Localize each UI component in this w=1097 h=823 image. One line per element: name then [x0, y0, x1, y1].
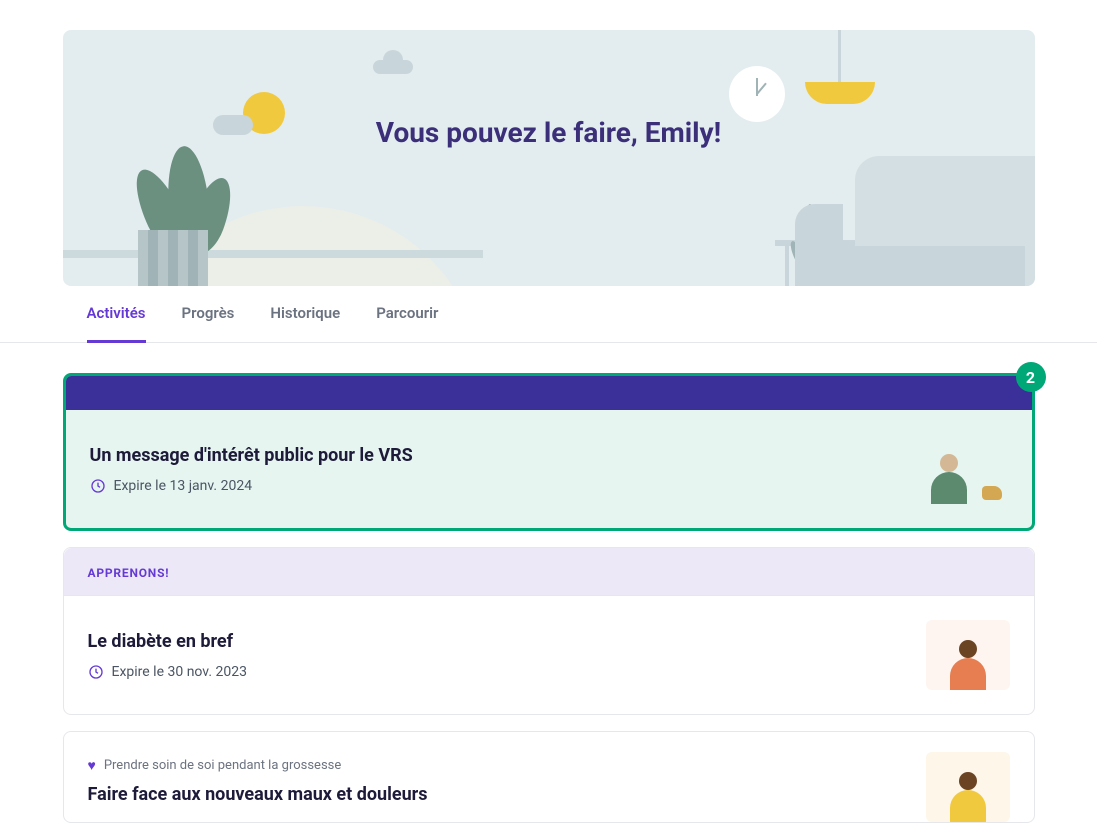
- activities-list: 2 Un message d'intérêt public pour le VR…: [63, 343, 1035, 823]
- activity-category-header: APPRENONS!: [64, 548, 1034, 596]
- activity-title: Un message d'intérêt public pour le VRS: [90, 445, 904, 466]
- activity-thumbnail: [926, 752, 1010, 822]
- cloud-icon: [373, 60, 413, 74]
- activity-card[interactable]: APPRENONS! Le diabète en bref Expire le …: [63, 547, 1035, 715]
- decoration-shelf: [63, 250, 483, 258]
- activity-thumbnail: [924, 434, 1008, 504]
- cloud-icon: [213, 115, 253, 135]
- activity-title: Faire face aux nouveaux maux et douleurs: [88, 784, 906, 805]
- tab-history[interactable]: Historique: [270, 286, 340, 343]
- hero-banner: Vous pouvez le faire, Emily!: [63, 30, 1035, 286]
- activity-title: Le diabète en bref: [88, 631, 906, 652]
- tab-browse[interactable]: Parcourir: [376, 286, 438, 343]
- lamp-illustration: [805, 30, 875, 104]
- activity-category-label: APPRENONS!: [88, 566, 170, 580]
- activity-card[interactable]: ♥ Prendre soin de soi pendant la grosses…: [63, 731, 1035, 823]
- activity-thumbnail: [926, 620, 1010, 690]
- activity-expiry: Expire le 30 nov. 2023: [112, 664, 248, 680]
- hero-title: Vous pouvez le faire, Emily!: [376, 116, 721, 149]
- activity-card-featured[interactable]: 2 Un message d'intérêt public pour le VR…: [63, 373, 1035, 531]
- activity-meta: Expire le 30 nov. 2023: [88, 664, 906, 680]
- clock-icon: [88, 664, 104, 680]
- activity-expiry: Expire le 13 janv. 2024: [114, 478, 253, 494]
- sofa-illustration: [795, 156, 1035, 286]
- activity-tag: ♥ Prendre soin de soi pendant la grosses…: [88, 757, 906, 774]
- notification-badge: 2: [1016, 362, 1046, 392]
- clock-illustration: [729, 66, 785, 122]
- tabs-bar: Activités Progrès Historique Parcourir: [0, 286, 1097, 343]
- activity-tag-label: Prendre soin de soi pendant la grossesse: [104, 758, 341, 773]
- activity-meta: Expire le 13 janv. 2024: [90, 478, 904, 494]
- heart-icon: ♥: [88, 757, 96, 774]
- clock-icon: [90, 478, 106, 494]
- featured-header-bar: [66, 376, 1032, 410]
- tab-progress[interactable]: Progrès: [182, 286, 235, 343]
- tab-activities[interactable]: Activités: [87, 286, 146, 343]
